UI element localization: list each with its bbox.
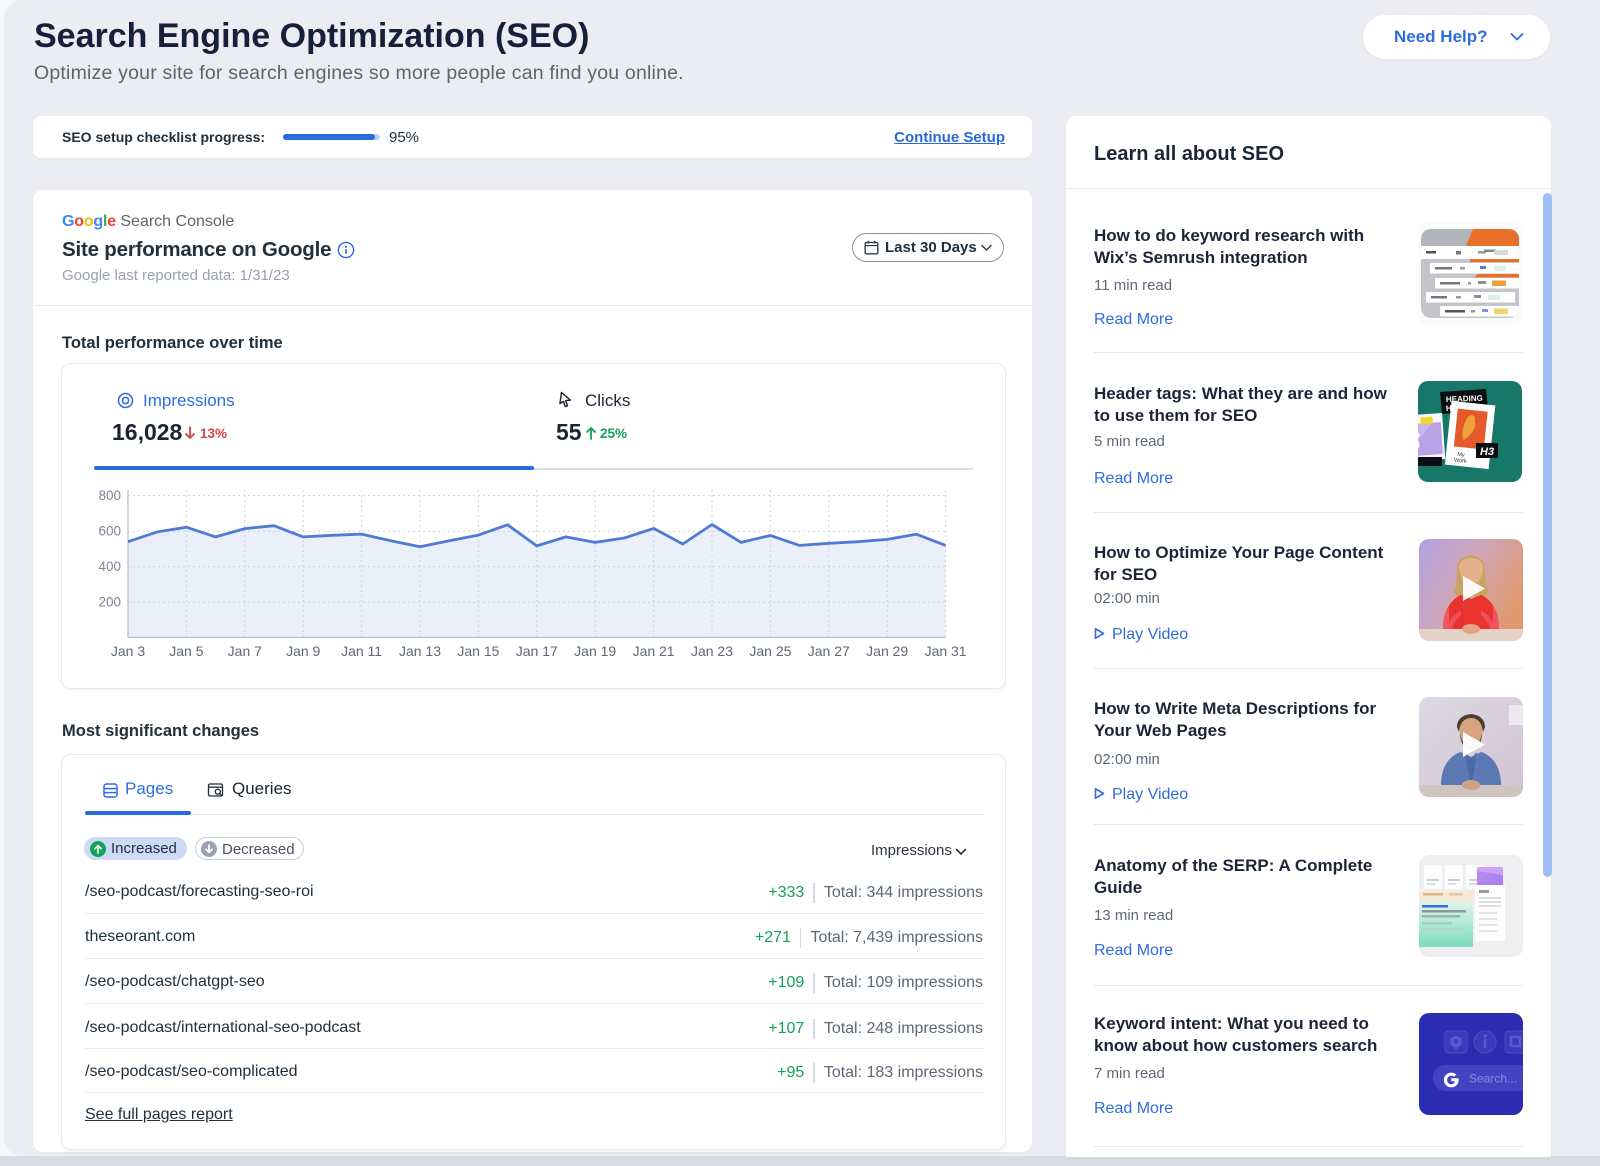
svg-text:Jan 25: Jan 25 — [749, 643, 791, 659]
svg-text:Jan 17: Jan 17 — [516, 643, 558, 659]
svg-text:Jan 23: Jan 23 — [691, 643, 733, 659]
svg-text:400: 400 — [98, 559, 121, 574]
svg-text:200: 200 — [98, 595, 121, 610]
svg-text:H3: H3 — [1480, 446, 1494, 458]
svg-text:Jan 11: Jan 11 — [341, 643, 382, 659]
svg-text:Jan 3: Jan 3 — [111, 643, 145, 659]
svg-text:600: 600 — [98, 524, 121, 539]
svg-text:Jan 5: Jan 5 — [169, 643, 203, 659]
svg-text:Search...: Search... — [1469, 1072, 1517, 1086]
svg-text:Jan 29: Jan 29 — [866, 643, 908, 659]
svg-text:Jan 15: Jan 15 — [457, 643, 499, 659]
svg-text:Jan 27: Jan 27 — [808, 643, 850, 659]
svg-text:Jan 21: Jan 21 — [633, 643, 675, 659]
svg-text:800: 800 — [98, 488, 121, 503]
svg-text:Jan 31: Jan 31 — [925, 643, 967, 659]
svg-text:Jan 9: Jan 9 — [286, 643, 320, 659]
svg-text:Jan 7: Jan 7 — [228, 643, 262, 659]
svg-text:Jan 13: Jan 13 — [399, 643, 441, 659]
svg-text:Jan 19: Jan 19 — [574, 643, 616, 659]
